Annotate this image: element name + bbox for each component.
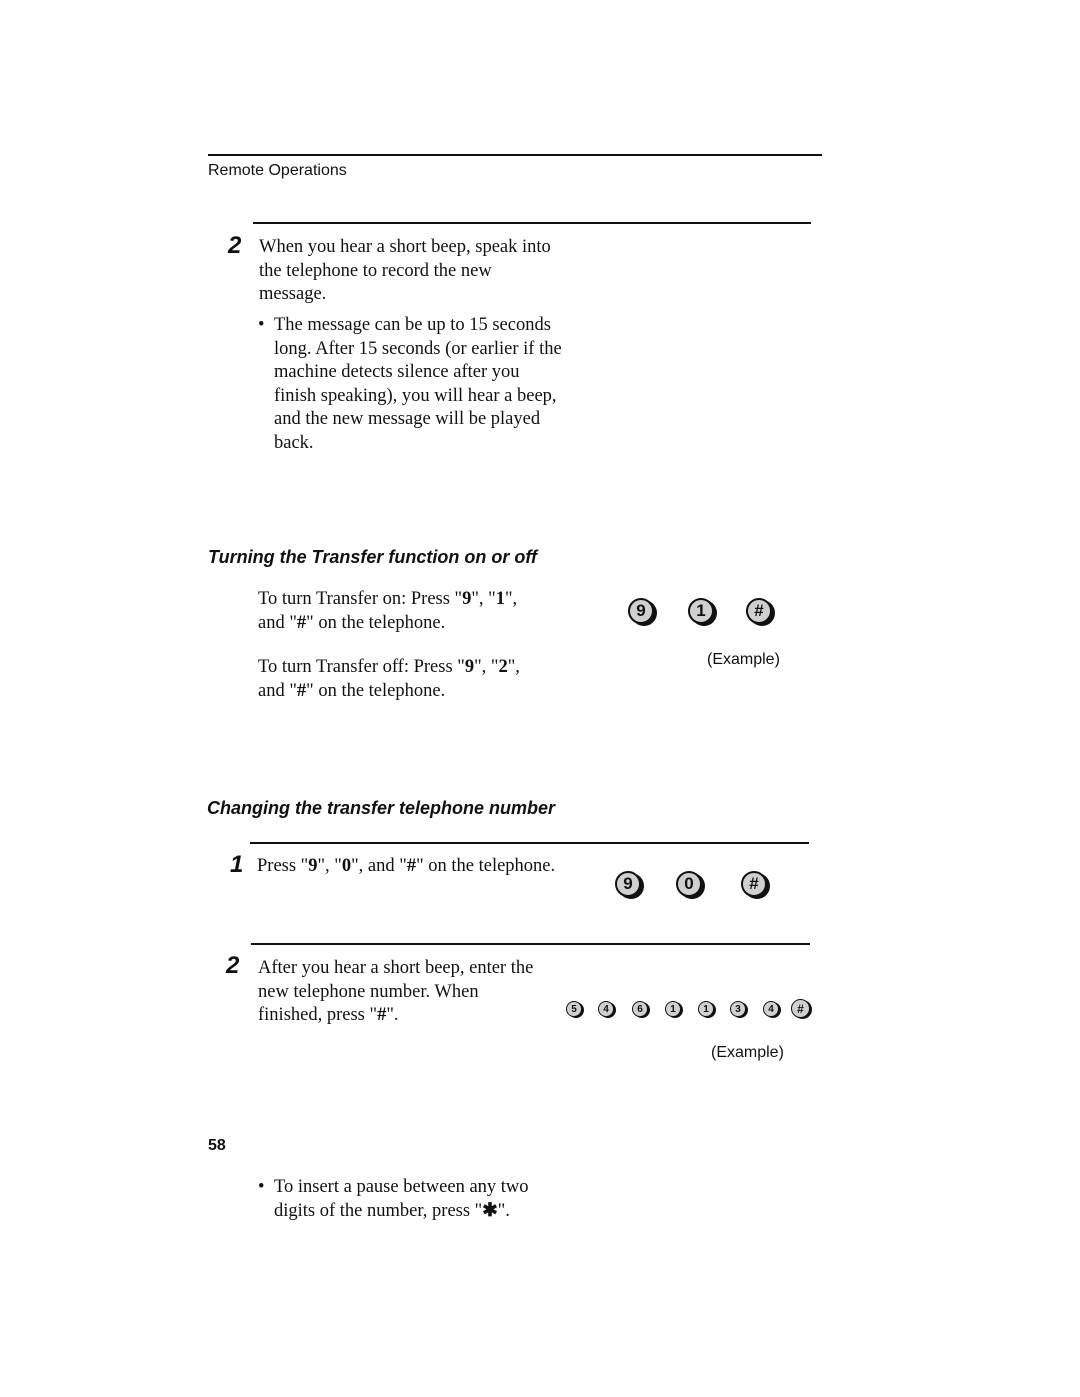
keypad-4-icon: 4 xyxy=(763,1001,779,1017)
text-span: and " xyxy=(258,612,297,633)
key-text: # xyxy=(377,1005,387,1025)
key-text: 9 xyxy=(308,856,318,876)
text-span: new telephone number. When xyxy=(258,981,479,1002)
text-span: ", xyxy=(504,589,518,609)
example-label: (Example) xyxy=(707,651,780,668)
text-span: finished, press " xyxy=(258,1005,378,1025)
text-span: " on the telephone. xyxy=(416,856,556,876)
star-key-icon: ✱ xyxy=(482,1200,498,1221)
text-span: digits of the number, press " xyxy=(274,1200,483,1221)
text-span: and " xyxy=(258,680,297,701)
bullet-text: The message can be up to 15 seconds long… xyxy=(274,315,562,453)
keypad-0-icon: 0 xyxy=(676,871,702,897)
key-text: # xyxy=(406,856,417,876)
bullet-item: The message can be up to 15 seconds long… xyxy=(258,314,566,455)
page-number: 58 xyxy=(208,1137,226,1154)
text-span: To insert a pause between any two xyxy=(274,1177,529,1197)
keypad-hash-icon: # xyxy=(746,598,772,624)
keypad-6-icon: 6 xyxy=(632,1001,648,1017)
keypad-hash-icon: # xyxy=(741,871,767,897)
step-rule xyxy=(251,943,810,945)
transfer-on-text: To turn Transfer on: Press "9", "1", and… xyxy=(258,588,558,635)
text-span: After you hear a short beep, enter the xyxy=(258,958,534,978)
section-heading: Changing the transfer telephone number xyxy=(207,798,556,818)
step-rule xyxy=(253,222,811,224)
key-text: 1 xyxy=(495,589,505,609)
bullet-item: To insert a pause between any two digits… xyxy=(258,1176,574,1223)
text-span: ", " xyxy=(317,856,342,876)
keypad-1-icon: 1 xyxy=(688,598,714,624)
key-text: 2 xyxy=(498,657,508,677)
key-text: 9 xyxy=(464,657,475,677)
step-number: 1 xyxy=(230,851,244,878)
keypad-9-icon: 9 xyxy=(628,598,654,624)
section-title: Remote Operations xyxy=(208,162,347,179)
keypad-3-icon: 3 xyxy=(730,1001,746,1017)
keypad-5-icon: 5 xyxy=(566,1001,582,1017)
keypad-1-icon: 1 xyxy=(665,1001,681,1017)
text-span: ". xyxy=(497,1200,510,1221)
text-span: " on the telephone. xyxy=(306,612,446,633)
text-span: Press " xyxy=(257,856,309,876)
key-text: 9 xyxy=(462,589,472,609)
example-label: (Example) xyxy=(711,1044,784,1061)
text-span: ". xyxy=(386,1005,399,1025)
key-text: 0 xyxy=(341,856,352,876)
step-text: Press "9", "0", and "#" on the telephone… xyxy=(257,855,555,879)
text-span: To turn Transfer on: Press " xyxy=(258,589,463,609)
text-span: ", xyxy=(507,657,520,677)
text-span: To turn Transfer off: Press " xyxy=(258,657,465,677)
keypad-9-icon: 9 xyxy=(615,871,641,897)
transfer-off-text: To turn Transfer off: Press "9", "2", an… xyxy=(258,656,558,703)
step-number: 2 xyxy=(226,952,240,979)
header-rule xyxy=(208,154,822,156)
step-number: 2 xyxy=(228,232,242,259)
key-text: # xyxy=(296,680,307,701)
step-text: After you hear a short beep, enter the n… xyxy=(258,957,568,1028)
keypad-4-icon: 4 xyxy=(598,1001,614,1017)
keypad-1-icon: 1 xyxy=(698,1001,714,1017)
text-span: ", " xyxy=(471,589,496,609)
step-rule xyxy=(250,842,809,844)
step-text: When you hear a short beep, speak into t… xyxy=(259,237,551,304)
text-span: " on the telephone. xyxy=(306,680,446,701)
keypad-hash-icon: # xyxy=(791,999,810,1018)
key-text: # xyxy=(296,612,307,633)
section-heading: Turning the Transfer function on or off xyxy=(208,547,537,567)
text-span: ", and " xyxy=(351,856,407,876)
text-span: ", " xyxy=(474,657,499,677)
